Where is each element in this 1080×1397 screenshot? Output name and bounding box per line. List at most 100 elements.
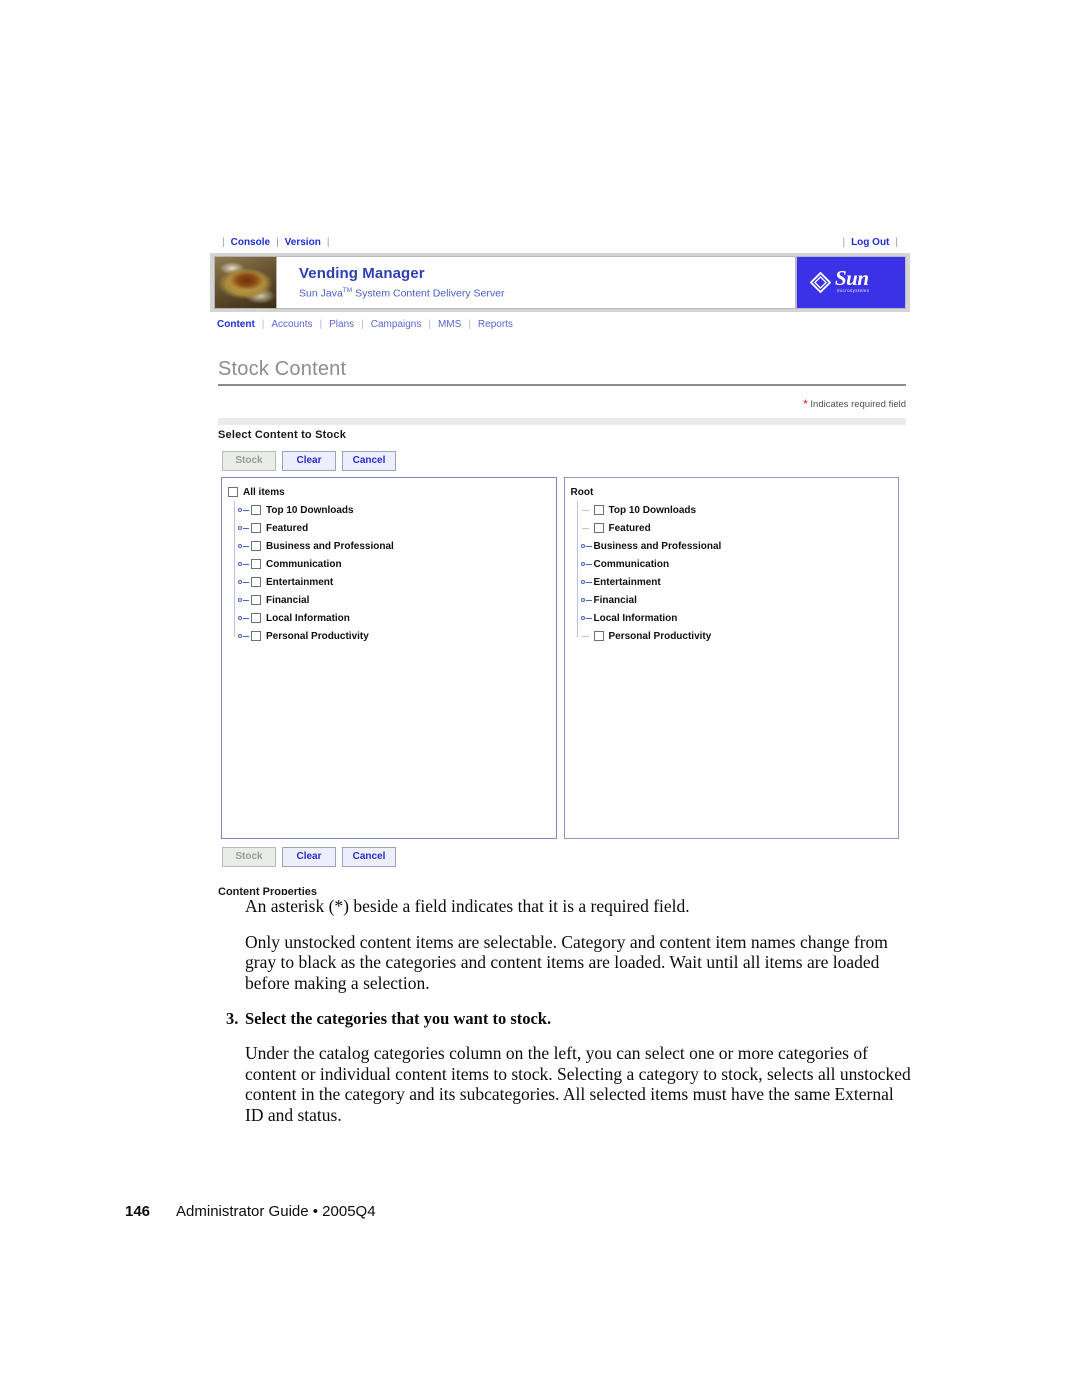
tree-row[interactable]: Business and Professional xyxy=(228,537,556,555)
document-body: An asterisk (*) beside a field indicates… xyxy=(226,896,913,1140)
expand-handle-icon[interactable] xyxy=(237,611,251,625)
footer-page-number: 146 xyxy=(125,1203,151,1220)
version-link[interactable]: Version xyxy=(285,237,321,249)
button-row-bottom: Stock Clear Cancel xyxy=(222,847,396,867)
checkbox-top-10-downloads[interactable] xyxy=(251,505,261,515)
checkbox-local-information[interactable] xyxy=(251,613,261,623)
app-title: Vending Manager xyxy=(299,265,425,282)
checkbox-personal-productivity[interactable] xyxy=(593,631,604,641)
utility-separator: | xyxy=(222,237,225,248)
tree-item-label: Local Information xyxy=(266,612,350,624)
tree-item-label: Local Information xyxy=(593,612,678,624)
expand-handle-icon[interactable] xyxy=(237,539,251,553)
utility-left-links: | Console | Version | xyxy=(216,237,335,249)
tree-row[interactable]: Local Information xyxy=(228,609,556,627)
expand-handle-icon[interactable] xyxy=(237,557,251,571)
expand-handle-icon[interactable] xyxy=(237,521,251,535)
checkbox-featured[interactable] xyxy=(251,523,261,533)
application-screenshot: | Console | Version | | Log Out | Vendin… xyxy=(210,234,910,895)
content-properties-heading: Content Properties xyxy=(218,886,318,895)
checkbox-top-10-downloads[interactable] xyxy=(593,505,604,515)
tree-row[interactable]: Featured xyxy=(228,519,556,537)
step-3: 3. Select the categories that you want t… xyxy=(226,1008,913,1029)
console-link[interactable]: Console xyxy=(231,237,270,249)
expand-handle-icon[interactable] xyxy=(580,539,594,553)
button-row-top: Stock Clear Cancel xyxy=(222,451,396,471)
section-band xyxy=(218,418,906,425)
expand-handle-icon[interactable] xyxy=(580,557,594,571)
checkbox-entertainment[interactable] xyxy=(251,577,261,587)
checkbox-financial[interactable] xyxy=(251,595,261,605)
utility-separator: | xyxy=(326,237,330,248)
tree-item-label: Business and Professional xyxy=(266,540,394,552)
nav-separator: | xyxy=(428,319,431,330)
expand-handle-icon[interactable] xyxy=(237,575,251,589)
checkbox-business-and-professional[interactable] xyxy=(251,541,261,551)
nav-separator: | xyxy=(261,319,265,330)
app-subtitle: Sun JavaTM System Content Delivery Serve… xyxy=(299,284,795,301)
tree-item-label: Financial xyxy=(593,594,637,606)
tree-row[interactable]: Top 10 Downloads xyxy=(228,501,556,519)
stock-button-top[interactable]: Stock xyxy=(222,451,276,471)
tree-row[interactable]: Featured xyxy=(571,519,899,537)
step-number: 3. xyxy=(226,1009,239,1028)
sun-microsystems-logo: Sun microsystems xyxy=(796,256,906,309)
stocked-catalog-panel[interactable]: Root Top 10 Downloads Featured Business … xyxy=(563,477,899,839)
tab-accounts[interactable]: Accounts xyxy=(271,319,312,331)
tree-item-label: Top 10 Downloads xyxy=(608,504,697,516)
expand-handle-icon[interactable] xyxy=(580,593,594,607)
sun-wordmark: Sun xyxy=(835,266,869,290)
tree-row[interactable]: All items xyxy=(228,483,556,501)
checkbox-communication[interactable] xyxy=(251,559,261,569)
tab-reports[interactable]: Reports xyxy=(478,319,513,331)
tree-row[interactable]: Entertainment xyxy=(228,573,556,591)
tree-item-label: Entertainment xyxy=(593,576,661,588)
tree-row[interactable]: Personal Productivity xyxy=(228,627,556,645)
title-divider xyxy=(218,384,906,386)
section-heading: Select Content to Stock xyxy=(218,429,347,441)
tab-plans[interactable]: Plans xyxy=(329,319,354,331)
paragraph-unstocked-note: Only unstocked content items are selecta… xyxy=(245,931,888,993)
expand-handle-icon[interactable] xyxy=(580,611,594,625)
utility-separator: | xyxy=(276,237,279,248)
log-out-link[interactable]: Log Out xyxy=(851,237,889,249)
expand-handle-icon[interactable] xyxy=(237,503,251,517)
tree-item-label: All items xyxy=(243,486,285,498)
clear-button-top[interactable]: Clear xyxy=(282,451,336,471)
tree-row[interactable]: Top 10 Downloads xyxy=(571,501,899,519)
tab-mms[interactable]: MMS xyxy=(438,319,461,331)
tree-row[interactable]: Local Information xyxy=(571,609,899,627)
footer-title: Administrator Guide • 2005Q4 xyxy=(176,1203,376,1220)
trademark-mark: TM xyxy=(342,287,353,294)
expand-handle-icon[interactable] xyxy=(237,593,251,607)
tab-campaigns[interactable]: Campaigns xyxy=(371,319,422,331)
paragraph-asterisk-note: An asterisk (*) beside a field indicates… xyxy=(245,896,690,916)
app-subtitle-post: System Content Delivery Server xyxy=(352,287,505,300)
tree-row[interactable]: Communication xyxy=(228,555,556,573)
expand-handle-icon[interactable] xyxy=(580,575,594,589)
tree-row[interactable]: Financial xyxy=(228,591,556,609)
tree-row[interactable]: Business and Professional xyxy=(571,537,899,555)
expand-handle-icon[interactable] xyxy=(237,629,251,643)
tree-row[interactable]: Entertainment xyxy=(571,573,899,591)
checkbox-featured[interactable] xyxy=(593,523,604,533)
tree-row[interactable]: Root xyxy=(571,483,899,501)
tree-panels: All items Top 10 Downloads Featured Busi… xyxy=(221,477,899,839)
stock-button-bottom[interactable]: Stock xyxy=(222,847,276,867)
tree-item-label: Personal Productivity xyxy=(608,630,712,642)
tree-row[interactable]: Communication xyxy=(571,555,899,573)
required-asterisk-icon: * xyxy=(803,397,808,411)
catalog-categories-panel[interactable]: All items Top 10 Downloads Featured Busi… xyxy=(221,477,557,839)
tree-leaf-connector-icon xyxy=(580,521,594,535)
paragraph-catalog-note: Under the catalog categories column on t… xyxy=(245,1043,911,1125)
tree-row[interactable]: Personal Productivity xyxy=(571,627,899,645)
clear-button-bottom[interactable]: Clear xyxy=(282,847,336,867)
checkbox-personal-productivity[interactable] xyxy=(251,631,261,641)
tree-row[interactable]: Financial xyxy=(571,591,899,609)
checkbox-all-items[interactable] xyxy=(228,487,238,497)
tree-leaf-connector-icon xyxy=(580,503,594,517)
page-title: Stock Content xyxy=(218,358,347,380)
tab-content[interactable]: Content xyxy=(217,319,255,331)
cancel-button-top[interactable]: Cancel xyxy=(342,451,396,471)
cancel-button-bottom[interactable]: Cancel xyxy=(342,847,396,867)
